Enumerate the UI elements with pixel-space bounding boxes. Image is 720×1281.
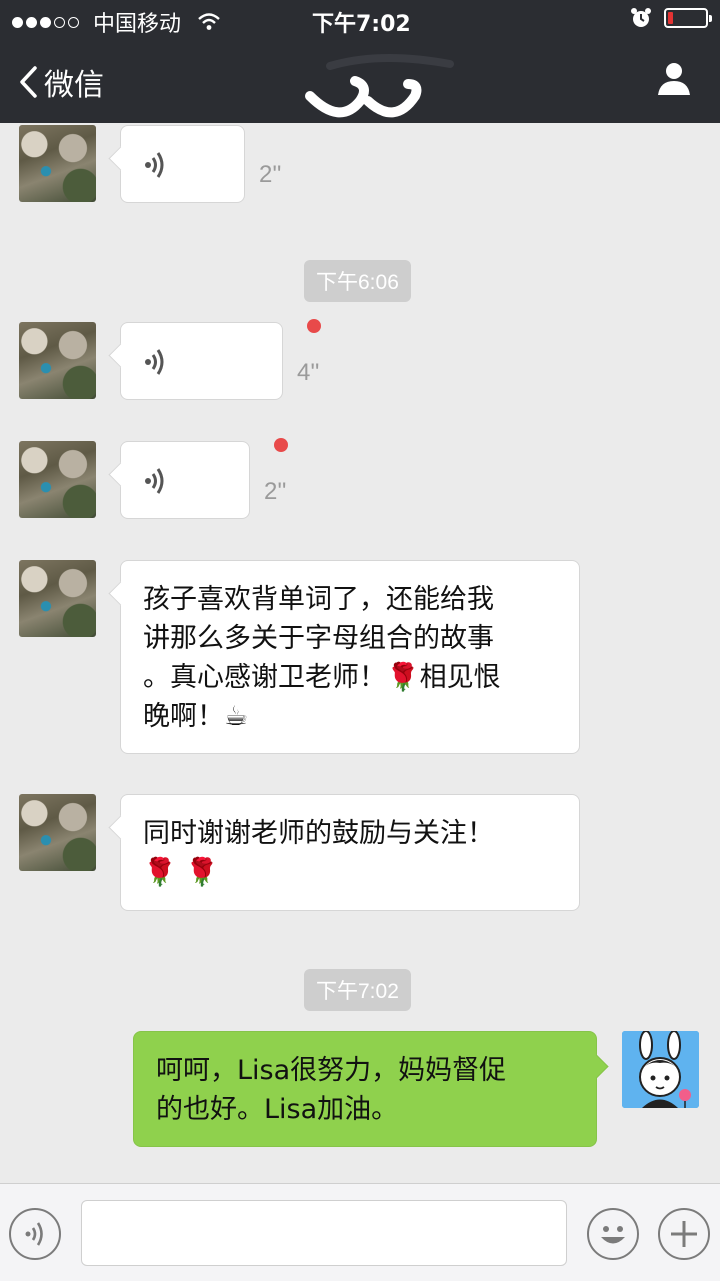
redacted-title-scribble xyxy=(305,54,454,118)
voice-message-bubble[interactable] xyxy=(120,441,250,519)
message-line: 。真心感谢卫老师！🌹相见恨 xyxy=(143,662,501,693)
signal-strength-icon xyxy=(12,16,79,28)
own-text-message-bubble[interactable]: 呵呵，Lisa很努力，妈妈督促 的也好。Lisa加油。 xyxy=(133,1031,597,1147)
message-line: 呵呵，Lisa很努力，妈妈督促 xyxy=(156,1055,507,1086)
contact-avatar[interactable] xyxy=(19,125,96,202)
message-line: 讲那么多关于字母组合的故事 xyxy=(143,623,494,654)
voice-message-bubble[interactable] xyxy=(120,322,283,400)
chat-area[interactable]: 2'' 下午6:06 4'' 2'' 孩子喜欢背单词了，还能给我 讲那么多关于字… xyxy=(0,123,720,1183)
voice-duration: 2'' xyxy=(259,161,282,188)
nav-bar: 微信 xyxy=(0,38,720,123)
emoji-icon xyxy=(601,1226,625,1244)
status-bar: 中国移动 下午7:02 xyxy=(0,0,720,38)
top-bar: 中国移动 下午7:02 微信 xyxy=(0,0,720,123)
voice-wave-icon xyxy=(145,468,164,494)
back-label: 微信 xyxy=(44,68,104,103)
contact-avatar[interactable] xyxy=(19,794,96,871)
contact-avatar[interactable] xyxy=(19,560,96,637)
contact-avatar[interactable] xyxy=(19,322,96,399)
voice-wave-icon xyxy=(145,349,164,375)
unread-dot xyxy=(274,438,288,452)
timestamp: 下午7:02 xyxy=(304,969,411,1011)
chevron-left-icon xyxy=(20,66,37,98)
voice-duration: 2'' xyxy=(264,478,287,505)
person-icon xyxy=(658,63,690,95)
more-button[interactable] xyxy=(658,1208,710,1260)
own-avatar[interactable] xyxy=(622,1031,699,1108)
voice-mode-button[interactable] xyxy=(9,1208,61,1260)
message-line: 同时谢谢老师的鼓励与关注！ xyxy=(143,818,494,849)
text-message-bubble[interactable]: 同时谢谢老师的鼓励与关注！ 🌹 🌹 xyxy=(120,794,580,911)
message-line: 晚啊！☕ xyxy=(143,701,249,732)
plus-icon xyxy=(671,1221,697,1247)
status-time: 下午7:02 xyxy=(312,12,411,37)
unread-dot xyxy=(307,319,321,333)
timestamp: 下午6:06 xyxy=(304,260,411,302)
alarm-icon xyxy=(631,8,651,27)
wifi-icon xyxy=(198,13,220,30)
voice-wave-icon xyxy=(145,152,164,178)
voice-mode-icon xyxy=(25,1222,43,1246)
cartoon-bunny-avatar-icon xyxy=(622,1031,699,1108)
battery-icon xyxy=(664,8,712,28)
message-line: 孩子喜欢背单词了，还能给我 xyxy=(143,584,494,615)
carrier-name: 中国移动 xyxy=(93,12,182,37)
message-line: 🌹 🌹 xyxy=(143,857,219,888)
contact-avatar[interactable] xyxy=(19,441,96,518)
emoji-button[interactable] xyxy=(587,1208,639,1260)
text-message-bubble[interactable]: 孩子喜欢背单词了，还能给我 讲那么多关于字母组合的故事 。真心感谢卫老师！🌹相见… xyxy=(120,560,580,754)
chat-info-button[interactable] xyxy=(656,60,692,100)
message-input[interactable] xyxy=(81,1200,567,1266)
back-button[interactable]: 微信 xyxy=(18,60,104,104)
message-line: 的也好。Lisa加油。 xyxy=(156,1094,399,1125)
voice-message-bubble[interactable] xyxy=(120,125,245,203)
input-bar xyxy=(0,1183,720,1281)
voice-duration: 4'' xyxy=(297,359,320,386)
